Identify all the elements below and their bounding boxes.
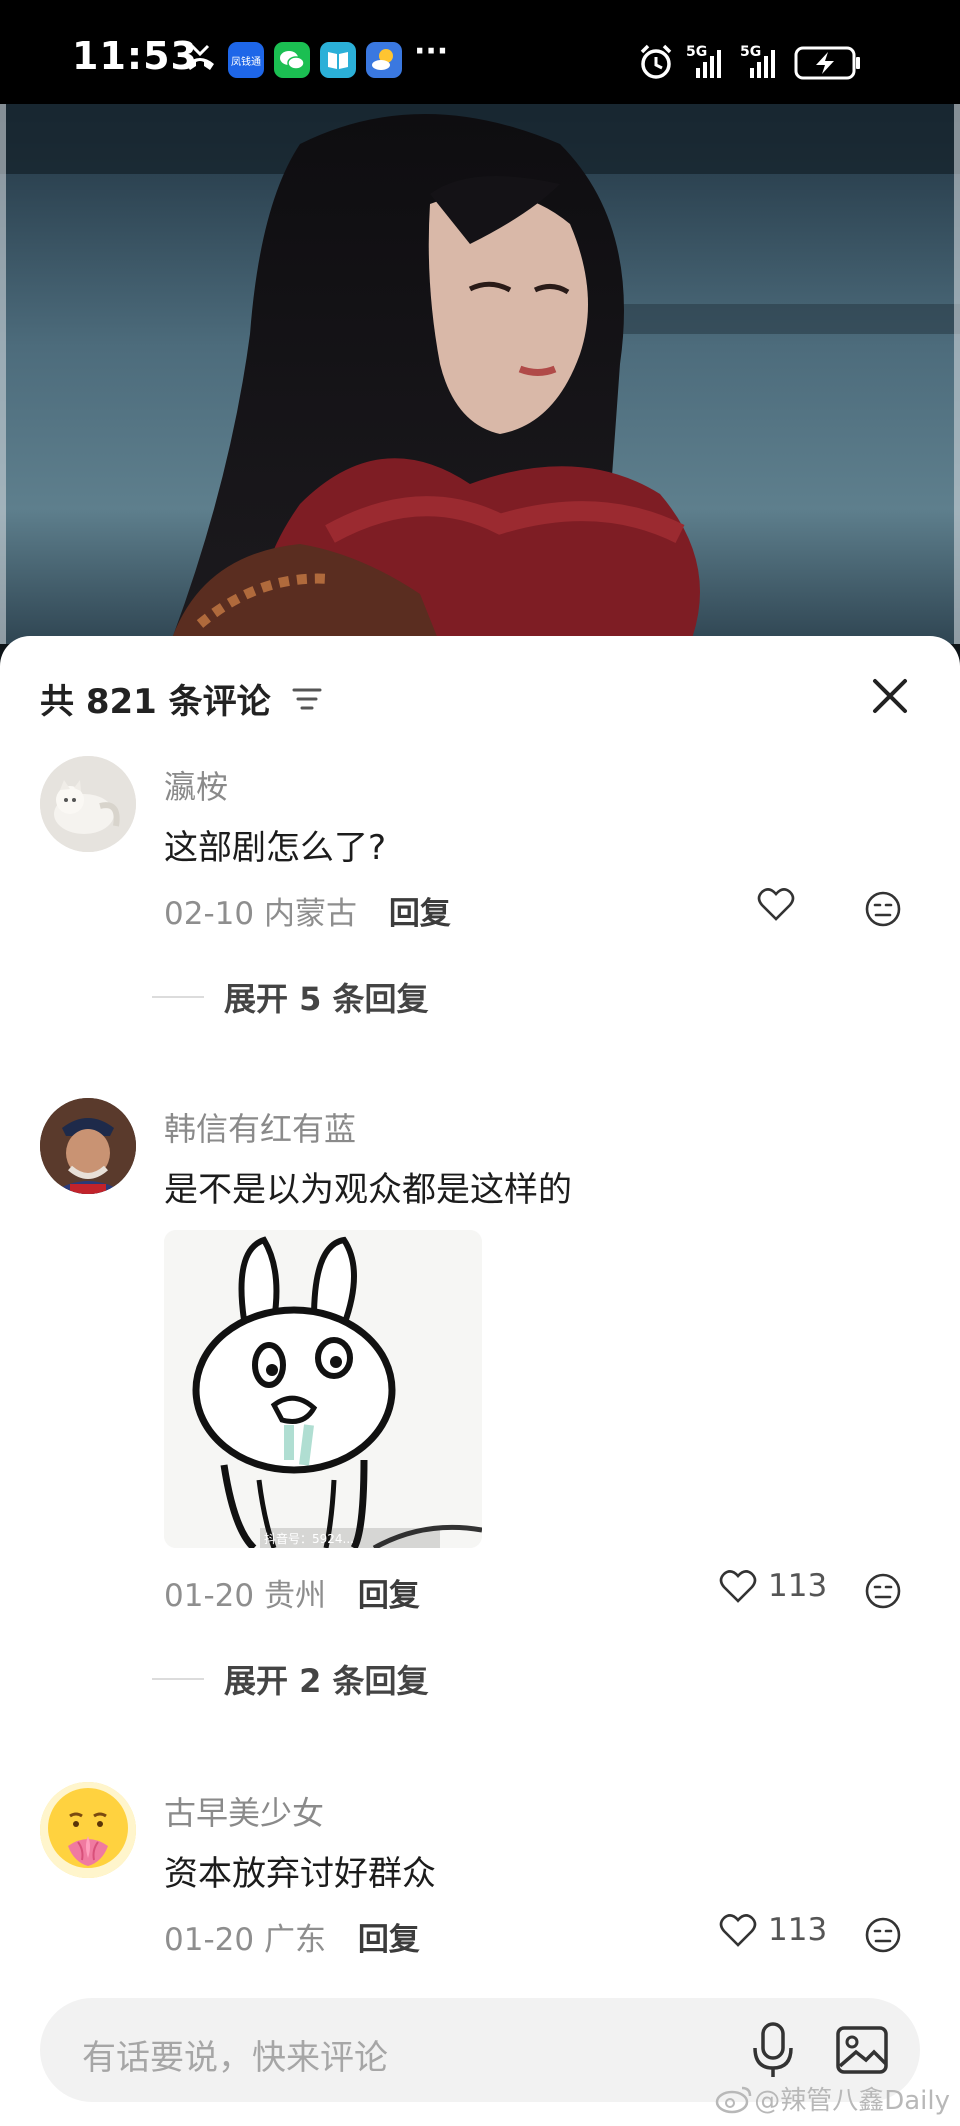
avatar[interactable] bbox=[40, 756, 136, 852]
dislike-face-icon[interactable] bbox=[864, 1916, 902, 1954]
status-right-icons: 5G 5G bbox=[640, 44, 860, 80]
reply-button[interactable]: 回复 bbox=[358, 1922, 420, 1958]
comments-count-title: 共 821 条评论 bbox=[40, 682, 271, 722]
comment-text: 这部剧怎么了? bbox=[164, 828, 387, 868]
comments-header: 共 821 条评论 bbox=[40, 674, 323, 723]
expand-replies[interactable]: 展开 5 条回复 bbox=[152, 974, 429, 1020]
wechat-icon bbox=[274, 42, 310, 78]
status-time: 11:53 bbox=[72, 34, 198, 78]
expand-divider bbox=[152, 1678, 204, 1680]
watermark-text: @辣管八鑫Daily bbox=[754, 2086, 950, 2116]
microphone-icon[interactable] bbox=[748, 2020, 798, 2080]
heart-icon bbox=[719, 1570, 757, 1603]
like-button[interactable]: 113 bbox=[718, 1912, 827, 1948]
comment-input-placeholder: 有话要说，快来评论 bbox=[82, 2038, 388, 2078]
image-picker-icon[interactable] bbox=[834, 2024, 890, 2076]
sticker-watermark: 抖音号：5924... bbox=[264, 1531, 354, 1546]
expand-replies-label: 展开 5 条回复 bbox=[224, 980, 429, 1018]
like-count: 113 bbox=[768, 1568, 828, 1604]
reply-button[interactable]: 回复 bbox=[358, 1578, 420, 1614]
weibo-watermark: @辣管八鑫Daily bbox=[714, 2080, 950, 2117]
filter-icon[interactable] bbox=[291, 684, 323, 714]
like-button[interactable]: 113 bbox=[718, 1568, 827, 1604]
comment-username[interactable]: 古早美少女 bbox=[164, 1788, 324, 1834]
svg-text:5G: 5G bbox=[740, 44, 761, 60]
expand-replies[interactable]: 展开 2 条回复 bbox=[152, 1656, 429, 1702]
more-notifications: ··· bbox=[414, 34, 449, 69]
status-bar: 11:53 凤钱通 ··· 5G 5G bbox=[0, 0, 960, 104]
weibo-logo-icon bbox=[715, 2086, 752, 2113]
comment-date: 01-20 bbox=[164, 1922, 255, 1958]
comment-date: 02-10 bbox=[164, 896, 255, 932]
video-frame bbox=[0, 104, 960, 644]
expand-divider bbox=[152, 996, 204, 998]
comment-meta: 01-20 贵州 回复 bbox=[164, 1570, 420, 1615]
like-button[interactable] bbox=[756, 886, 806, 922]
heart-icon bbox=[757, 888, 795, 921]
comment-meta: 02-10 内蒙古 回复 bbox=[164, 888, 451, 933]
comment-date: 01-20 bbox=[164, 1578, 255, 1614]
like-count: 113 bbox=[768, 1912, 828, 1948]
app-icon-fengqiantong: 凤钱通 bbox=[228, 42, 264, 78]
reader-app-icon bbox=[320, 42, 356, 78]
dislike-face-icon[interactable] bbox=[864, 1572, 902, 1610]
weather-app-icon bbox=[366, 42, 402, 78]
comment-meta: 01-20 广东 回复 bbox=[164, 1914, 420, 1959]
missed-call-icon bbox=[186, 44, 214, 70]
comment-location: 内蒙古 bbox=[263, 896, 357, 932]
expand-replies-label: 展开 2 条回复 bbox=[224, 1662, 429, 1700]
dislike-face-icon[interactable] bbox=[864, 890, 902, 928]
avatar[interactable] bbox=[40, 1782, 136, 1878]
heart-icon bbox=[719, 1914, 757, 1947]
comment-text: 是不是以为观众都是这样的 bbox=[164, 1170, 572, 1210]
comment-username[interactable]: 韩信有红有蓝 bbox=[164, 1104, 356, 1150]
svg-text:5G: 5G bbox=[686, 44, 707, 60]
rabbit-sticker: 抖音号：5924... bbox=[164, 1230, 482, 1548]
comments-sheet: 共 821 条评论 瀛桉 这部剧怎么了? 02-10 内蒙古 回复 展开 5 条… bbox=[0, 636, 960, 2126]
comment-text: 资本放弃讨好群众 bbox=[164, 1854, 436, 1894]
alarm-icon bbox=[640, 44, 672, 79]
comment-username[interactable]: 瀛桉 bbox=[164, 762, 228, 808]
comment-location: 广东 bbox=[263, 1922, 326, 1958]
reply-button[interactable]: 回复 bbox=[389, 896, 451, 932]
battery-charging-icon bbox=[794, 46, 860, 80]
sticker-image[interactable]: 抖音号：5924... bbox=[164, 1230, 482, 1548]
comment-location: 贵州 bbox=[263, 1578, 326, 1614]
close-icon[interactable] bbox=[870, 676, 910, 716]
avatar[interactable] bbox=[40, 1098, 136, 1194]
video-player[interactable] bbox=[0, 104, 960, 644]
